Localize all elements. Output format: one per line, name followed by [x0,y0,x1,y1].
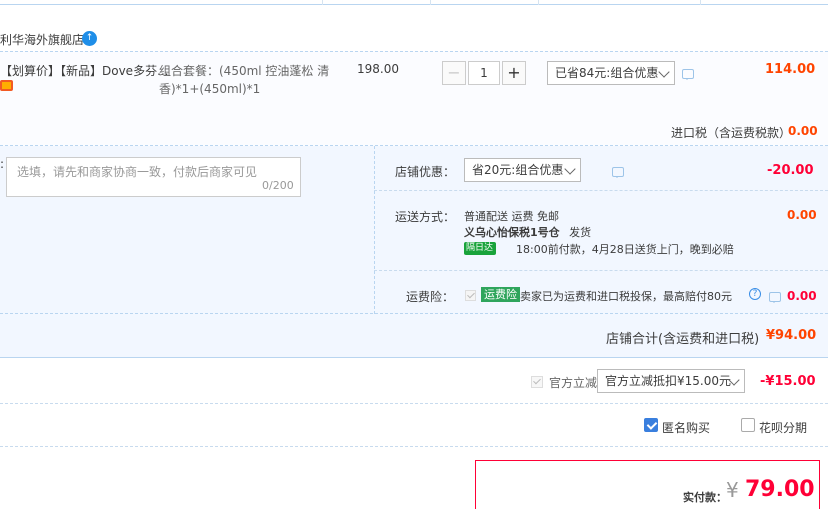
anonymous-purchase-checkbox[interactable] [644,418,658,432]
shipping-label: 运送方式： [395,210,456,224]
next-day-badge: 隔日达 [464,242,497,255]
column-header-strip [0,0,828,5]
store-chat-icon[interactable]: ↑ [82,31,97,46]
item-total-price: 114.00 [765,62,816,77]
message-label: : [0,157,5,171]
chat-bubble-icon[interactable] [768,292,781,303]
buyer-message-count: 0/200 [262,179,294,192]
official-discount-selected: 官方立减抵扣¥15.00元 [605,374,731,388]
store-total-value: ¥94.00 [766,328,817,343]
item-title-link[interactable]: 【划算价】【新品】Dove多芬... [0,62,169,79]
official-discount-label: 官方立减 [549,376,598,390]
store-total-label: 店铺合计(含运费和进口税) [606,332,760,347]
shop-discount-select[interactable]: 省20元:组合优惠 [464,158,581,182]
item-unit-price: 198.00 [357,62,399,76]
anonymous-purchase-label[interactable]: 匿名购买 [662,419,710,436]
divider [0,446,828,447]
quantity-minus-button[interactable]: − [442,61,466,85]
payment-label: 实付款： [683,491,727,504]
divider [374,190,828,191]
currency-symbol: ¥ [726,478,739,502]
chat-bubble-icon[interactable] [682,69,694,80]
insurance-checkbox [465,290,476,301]
official-discount-checkbox[interactable] [531,376,543,388]
official-discount-select[interactable]: 官方立减抵扣¥15.00元 [597,369,745,393]
shop-discount-selected: 省20元:组合优惠 [472,163,564,177]
store-name-link[interactable]: 利华海外旗舰店 [0,31,84,48]
import-tax-value: 0.00 [788,124,818,138]
shop-discount-value: -20.00 [767,163,814,178]
chevron-down-icon [564,163,576,175]
insurance-description: 卖家已为运费和进口税投保，最高赔付80元 [520,290,732,303]
quantity-input[interactable]: 1 [468,61,500,85]
shipping-warehouse: 义乌心怡保税1号仓 发货 [464,224,591,240]
shipping-method: 普通配送 运费 免邮 [464,210,559,223]
delivery-promise: 18:00前付款，4月28日送货上门，晚到必赔 [516,243,734,256]
help-icon[interactable]: ? [749,288,761,300]
item-discount-selected: 已省84元:组合优惠 [555,66,659,80]
payment-amount: 79.00 [745,477,815,502]
huabei-installment-label[interactable]: 花呗分期 [759,419,807,436]
official-discount-value: -¥15.00 [760,374,816,389]
item-promo-tag-icon [0,80,13,91]
item-discount-select[interactable]: 已省84元:组合优惠 [547,61,675,85]
chevron-down-icon [658,66,670,78]
insurance-value: 0.00 [787,289,817,303]
ship-word: 发货 [569,226,592,239]
buyer-message-placeholder: 选填，请先和商家协商一致，付款后商家可见 [17,165,258,179]
divider [0,403,828,404]
divider [374,270,828,271]
shipping-value: 0.00 [787,208,817,222]
warehouse-name: 义乌心怡保税1号仓 [464,226,560,239]
insurance-label: 运费险： [406,290,455,304]
huabei-installment-checkbox[interactable] [741,418,755,432]
item-sku-line1: 组合套餐：(450ml 控油蓬松 清 [159,64,330,78]
chat-bubble-icon[interactable] [611,167,624,178]
item-sku-line2: 香)*1+(450ml)*1 [159,82,261,96]
import-tax-label: 进口税（含运费税款） [671,126,792,140]
insurance-badge: 运费险 [481,287,520,302]
shop-discount-label: 店铺优惠： [395,165,456,179]
quantity-plus-button[interactable]: + [502,61,526,85]
